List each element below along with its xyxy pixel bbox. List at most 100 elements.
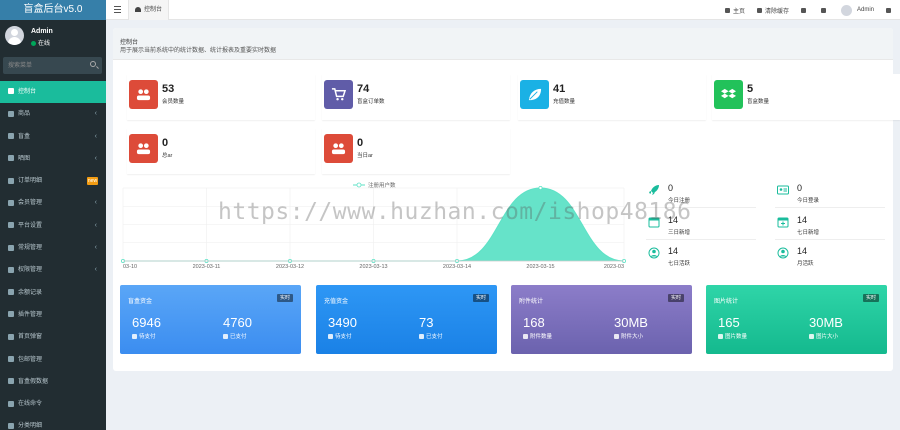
users-icon bbox=[136, 89, 151, 101]
sidebar-item-orders[interactable]: 订单明细 new bbox=[0, 170, 106, 192]
card-blindbox-funds: 盲盒资金 实时 6946 4760 待支付 已支付 bbox=[120, 285, 301, 354]
user-menu[interactable]: Admin bbox=[835, 0, 880, 20]
clear-cache-link[interactable]: 清除缓存 bbox=[751, 0, 795, 20]
list-icon bbox=[328, 334, 333, 339]
mini-value: 0 bbox=[668, 183, 674, 193]
x-tick-label: 03-10 bbox=[123, 264, 137, 270]
card-value-primary: 3490 bbox=[328, 315, 357, 330]
mini-value: 14 bbox=[668, 246, 679, 256]
dashboard-icon bbox=[8, 88, 14, 95]
avatar bbox=[5, 26, 24, 45]
stat-value: 41 bbox=[553, 83, 566, 95]
user-icon bbox=[8, 199, 14, 206]
stat-value: 74 bbox=[357, 83, 370, 95]
sidebar-item-permission[interactable]: 权限管理 ‹ bbox=[0, 259, 106, 281]
card-title: 附件统计 bbox=[519, 299, 544, 305]
stat-box-orders: 74 盲盒订单数 bbox=[322, 74, 510, 120]
translate-icon bbox=[800, 7, 806, 13]
card-value-secondary: 73 bbox=[419, 315, 434, 330]
stat-value: 53 bbox=[162, 83, 175, 95]
x-tick-label: 2023-03-13 bbox=[359, 264, 387, 270]
sidebar-item-general[interactable]: 常规管理 ‹ bbox=[0, 237, 106, 259]
settings-button[interactable] bbox=[880, 0, 900, 20]
window-icon bbox=[8, 333, 14, 340]
circle-icon bbox=[8, 378, 14, 385]
card-image-stats: 图片统计 实时 165 30MB 图片数量 图片大小 bbox=[706, 285, 887, 354]
users-icon bbox=[331, 143, 346, 155]
cogs-icon bbox=[8, 244, 14, 251]
mini-value: 14 bbox=[797, 246, 808, 256]
mini-stat-month-active: 14 月活跃 bbox=[775, 243, 885, 271]
card-label-primary: 待支付 bbox=[132, 332, 156, 340]
card-value-primary: 168 bbox=[523, 315, 545, 330]
divider bbox=[775, 239, 885, 240]
stat-icon-bg bbox=[714, 80, 743, 109]
registration-chart: 03-10 2023-03-11 2023-03-12 2023-03-13 2023-… bbox=[121, 181, 626, 270]
legend-label: 注册用户数 bbox=[368, 181, 396, 189]
home-link[interactable]: 主页 bbox=[719, 0, 751, 20]
tab-dashboard[interactable]: 控制台 bbox=[128, 0, 170, 20]
dashboard-icon bbox=[135, 7, 141, 12]
chevron-left-icon: ‹ bbox=[94, 154, 97, 162]
content-header: 控制台 用于展示当前系统中的统计数据、统计报表及重要实时数据 bbox=[113, 28, 893, 60]
stat-label: 会员数量 bbox=[162, 99, 185, 105]
sidebar-item-popup[interactable]: 首页弹窗 bbox=[0, 326, 106, 348]
chevron-left-icon: ‹ bbox=[94, 266, 97, 274]
new-badge: new bbox=[87, 177, 98, 186]
user-name: Admin bbox=[31, 28, 53, 35]
sidebar-search-input[interactable] bbox=[3, 57, 83, 74]
trash-icon bbox=[756, 7, 762, 13]
stat-icon-bg bbox=[129, 80, 158, 109]
gear-icon bbox=[886, 7, 891, 13]
card-title: 充值资金 bbox=[324, 299, 349, 305]
filter-icon bbox=[809, 334, 814, 339]
sidebar-item-photos[interactable]: 晒图 ‹ bbox=[0, 148, 106, 170]
stat-box-blindbox: 5 盲盒数量 bbox=[712, 74, 900, 120]
stat-label: 当日ar bbox=[357, 153, 373, 159]
sidebar-item-dashboard[interactable]: 控制台 bbox=[0, 81, 106, 104]
user-circle-icon bbox=[777, 247, 789, 259]
sidebar-item-category[interactable]: 分类明细 bbox=[0, 415, 106, 430]
card-label-primary: 待支付 bbox=[328, 332, 352, 340]
shop-icon bbox=[8, 110, 14, 117]
yen-icon bbox=[8, 289, 14, 296]
mini-stat-seven-day-active: 14 七日活跃 bbox=[646, 243, 756, 271]
sidebar-item-shipping[interactable]: 包邮管理 bbox=[0, 349, 106, 371]
stat-box-recharge: 41 充值数量 bbox=[518, 74, 706, 120]
box-icon bbox=[8, 133, 14, 140]
mini-value: 14 bbox=[797, 215, 808, 225]
sidebar-item-plugins[interactable]: 插件管理 bbox=[0, 304, 106, 326]
mini-label: 三日新增 bbox=[668, 230, 691, 236]
filter-icon bbox=[614, 334, 619, 339]
sidebar-item-members[interactable]: 会员管理 ‹ bbox=[0, 192, 106, 214]
users-icon bbox=[8, 266, 14, 273]
divider bbox=[646, 239, 756, 240]
page-description: 用于展示当前系统中的统计数据、统计报表及重要实时数据 bbox=[120, 48, 277, 54]
realtime-badge: 实时 bbox=[472, 294, 489, 302]
fullscreen-button[interactable] bbox=[815, 0, 835, 20]
sidebar-item-command[interactable]: 在线命令 bbox=[0, 393, 106, 415]
sidebar-item-goods[interactable]: 商品 ‹ bbox=[0, 103, 106, 125]
sidebar-item-platform[interactable]: 平台设置 ‹ bbox=[0, 215, 106, 237]
stat-label: 充值数量 bbox=[553, 99, 576, 105]
realtime-badge: 实时 bbox=[276, 294, 293, 302]
app-logo[interactable]: 盲盒后台v5.0 bbox=[0, 0, 106, 20]
stat-value: 5 bbox=[747, 83, 754, 95]
menu-toggle-icon[interactable] bbox=[114, 6, 121, 13]
watermark: https://www.huzhan.com/ishop48186 bbox=[218, 199, 692, 225]
language-button[interactable] bbox=[795, 0, 815, 20]
card-attachment-stats: 附件统计 实时 168 30MB 附件数量 附件大小 bbox=[511, 285, 692, 354]
attachment-icon bbox=[523, 334, 528, 339]
stat-value: 0 bbox=[162, 137, 169, 149]
x-tick-label: 2023-03-11 bbox=[193, 264, 221, 270]
sidebar-item-fakedata[interactable]: 盲盒假数据 bbox=[0, 371, 106, 393]
stat-icon-bg bbox=[324, 80, 353, 109]
sidebar-item-balance[interactable]: 余额记录 bbox=[0, 282, 106, 304]
chevron-left-icon: ‹ bbox=[94, 110, 97, 118]
search-icon[interactable] bbox=[90, 61, 96, 67]
list-icon bbox=[132, 334, 137, 339]
top-navbar: 控制台 主页 清除缓存 Admin bbox=[106, 0, 900, 20]
sidebar-item-blindbox[interactable]: 盲盒 ‹ bbox=[0, 126, 106, 148]
stat-box-members: 53 会员数量 bbox=[127, 74, 315, 120]
chevron-left-icon: ‹ bbox=[94, 199, 97, 207]
